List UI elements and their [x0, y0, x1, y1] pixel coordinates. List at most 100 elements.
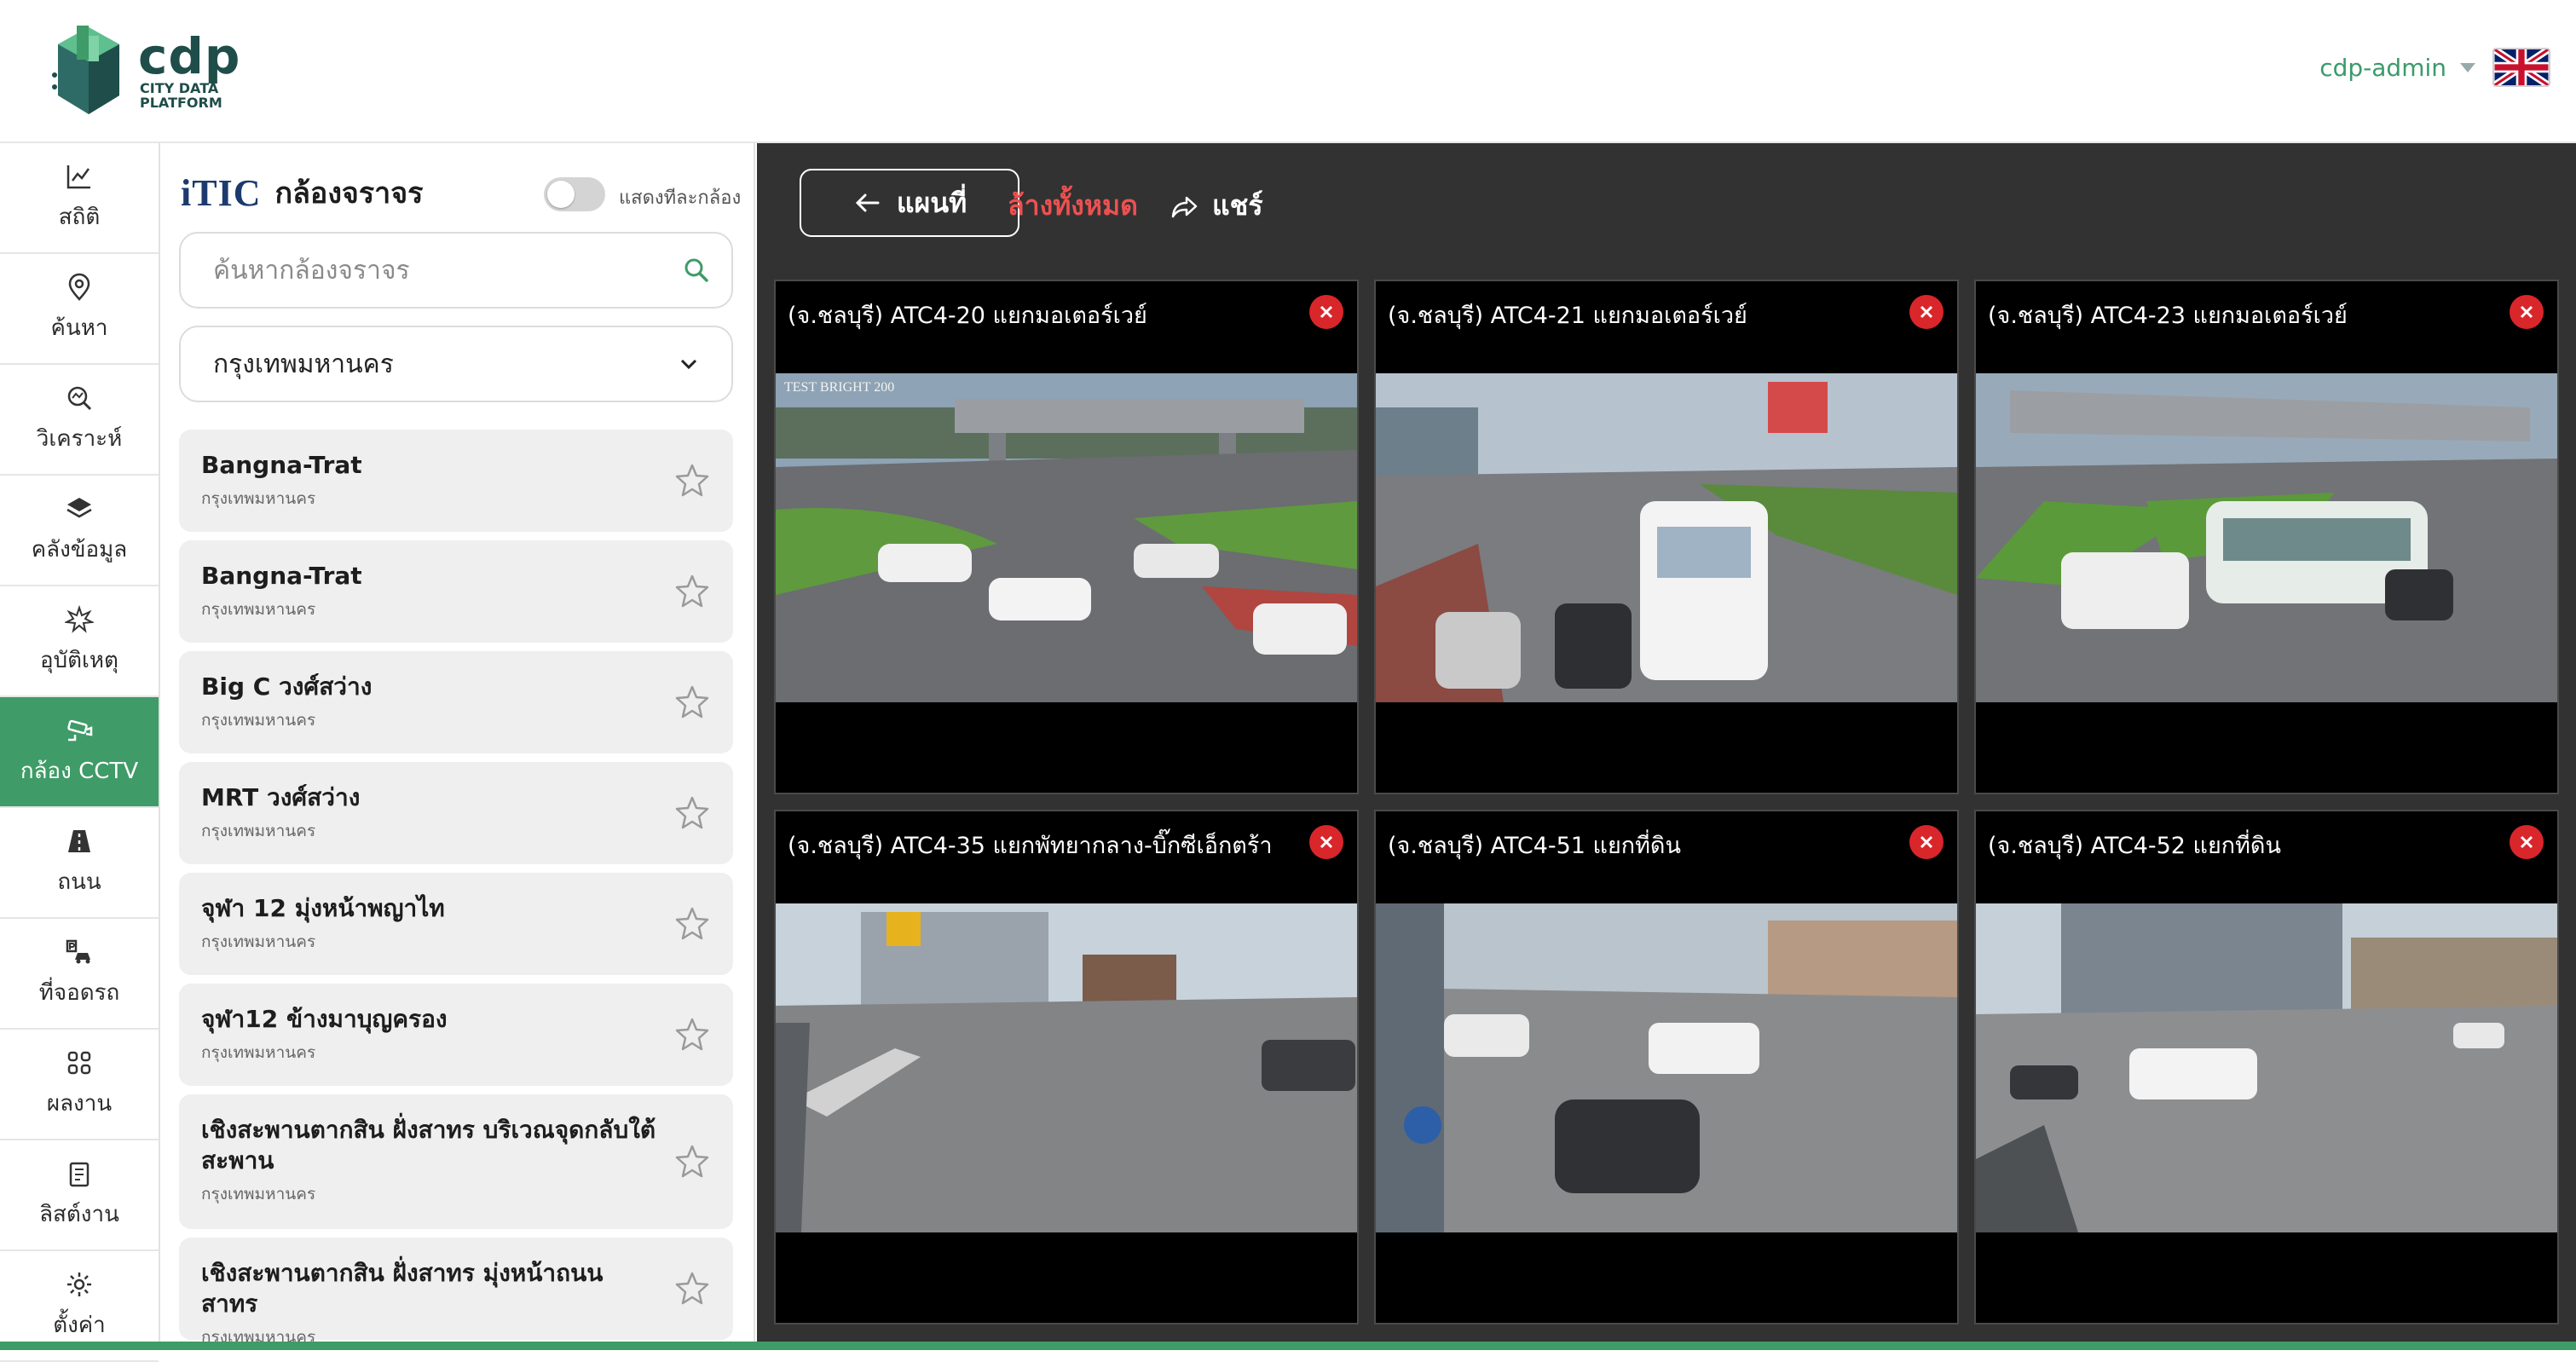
share-button[interactable]: แชร์: [1170, 184, 1263, 228]
chevron-down-icon[interactable]: [2460, 62, 2475, 72]
star-icon[interactable]: [673, 1143, 711, 1180]
close-icon: [1320, 835, 1333, 849]
clear-all-button[interactable]: ล้างทั้งหมด: [1008, 184, 1138, 228]
list-item[interactable]: Bangna-Trat กรุงเทพมหานคร: [179, 540, 733, 643]
list-item[interactable]: จุฬา12 ข้างมาบุญครอง กรุงเทพมหานคร: [179, 984, 733, 1086]
list-item[interactable]: จุฬา 12 มุ่งหน้าพญาไท กรุงเทพมหานคร: [179, 873, 733, 975]
itic-logo: iTIC: [181, 171, 261, 215]
nav-label: ลิสต์งาน: [39, 1201, 119, 1227]
traffic-camera-image: [1976, 903, 2557, 1232]
camera-search-input[interactable]: [213, 255, 682, 286]
logo-text: cdp CITY DATA PLATFORM: [138, 32, 240, 110]
feed-title: (จ.ชลบุรี) ATC4-52 แยกที่ดิน: [1988, 833, 2281, 859]
star-icon[interactable]: [673, 462, 711, 499]
close-icon: [1920, 305, 1933, 319]
camera-feed-tile[interactable]: (จ.ชลบุรี) ATC4-51 แยกที่ดิน: [1374, 810, 1959, 1324]
nav-label: วิเคราะห์: [36, 425, 123, 452]
camera-feed-tile[interactable]: (จ.ชลบุรี) ATC4-52 แยกที่ดิน: [1974, 810, 2559, 1324]
camera-province: กรุงเทพมหานคร: [201, 1185, 316, 1203]
traffic-camera-image: [1376, 903, 1957, 1232]
video-feed[interactable]: [776, 903, 1357, 1232]
camera-name: Bangna-Trat: [201, 451, 362, 479]
user-menu[interactable]: cdp-admin: [2319, 48, 2550, 87]
nav-item-task-list[interactable]: ลิสต์งาน: [0, 1140, 159, 1251]
list-item[interactable]: เชิงสะพานตากสิน ฝั่งสาทร บริเวณจุดกลับใต…: [179, 1094, 733, 1229]
list-item[interactable]: Big C วงศ์สว่าง กรุงเทพมหานคร: [179, 651, 733, 753]
road-icon: [68, 829, 90, 852]
video-feed[interactable]: [1976, 373, 2557, 702]
close-feed-button[interactable]: [2510, 295, 2544, 329]
analyze-icon: [67, 386, 92, 410]
list-item[interactable]: เชิงสะพานตากสิน ฝั่งสาทร มุ่งหน้าถนนสาทร…: [179, 1238, 733, 1342]
traffic-camera-image: [1376, 373, 1957, 702]
nav-item-analyze[interactable]: วิเคราะห์: [0, 365, 159, 476]
arrow-left-icon: [855, 193, 880, 212]
app-header: cdp CITY DATA PLATFORM cdp-admin: [0, 0, 2576, 143]
camera-province: กรุงเทพมหานคร: [201, 711, 316, 730]
close-feed-button[interactable]: [1309, 295, 1343, 329]
location-pin-icon: [68, 273, 90, 301]
nav-label: ที่จอดรถ: [38, 979, 120, 1006]
nav-item-accident[interactable]: อุบัติเหตุ: [0, 586, 159, 697]
feed-title: (จ.ชลบุรี) ATC4-51 แยกที่ดิน: [1388, 833, 1681, 859]
sidebar-nav: สถิติ ค้นหา วิเคราะห์ คลังข้อมูล อุบัติเ…: [0, 143, 160, 1362]
cctv-icon: [67, 719, 93, 741]
star-icon[interactable]: [673, 794, 711, 832]
close-feed-button[interactable]: [1309, 825, 1343, 859]
province-select[interactable]: กรุงเทพมหานคร: [179, 326, 733, 402]
nav-item-cctv[interactable]: กล้อง CCTV: [0, 697, 159, 808]
nav-label: สถิติ: [58, 204, 101, 230]
nav-label: ค้นหา: [50, 315, 108, 341]
close-feed-button[interactable]: [1909, 825, 1944, 859]
camera-list: Bangna-Trat กรุงเทพมหานคร Bangna-Trat กร…: [179, 430, 733, 1342]
list-item[interactable]: Bangna-Trat กรุงเทพมหานคร: [179, 430, 733, 532]
camera-province: กรุงเทพมหานคร: [201, 600, 316, 619]
nav-item-road[interactable]: ถนน: [0, 808, 159, 919]
camera-province: กรุงเทพมหานคร: [201, 932, 316, 951]
close-icon: [1320, 305, 1333, 319]
share-icon: [1171, 196, 1198, 217]
traffic-camera-image: [776, 903, 1357, 1232]
camera-feed-tile[interactable]: (จ.ชลบุรี) ATC4-23 แยกมอเตอร์เวย์: [1974, 280, 2559, 794]
close-feed-button[interactable]: [1909, 295, 1944, 329]
star-icon[interactable]: [673, 1016, 711, 1053]
list-item[interactable]: MRT วงศ์สว่าง กรุงเทพมหานคร: [179, 762, 733, 864]
star-icon[interactable]: [673, 684, 711, 721]
camera-province: กรุงเทพมหานคร: [201, 822, 316, 840]
accident-icon: [65, 604, 94, 633]
feed-title: (จ.ชลบุรี) ATC4-20 แยกมอเตอร์เวย์: [788, 303, 1147, 329]
back-to-map-button[interactable]: แผนที่: [800, 169, 1019, 237]
share-button-label: แชร์: [1212, 189, 1263, 222]
nav-item-data-store[interactable]: คลังข้อมูล: [0, 476, 159, 586]
nav-item-works[interactable]: ผลงาน: [0, 1030, 159, 1140]
video-feed[interactable]: [1376, 903, 1957, 1232]
video-feed[interactable]: [1976, 903, 2557, 1232]
cdp-logo[interactable]: cdp CITY DATA PLATFORM: [51, 24, 240, 118]
nav-item-parking[interactable]: ที่จอดรถ: [0, 919, 159, 1030]
video-feed[interactable]: TEST BRIGHT 200: [776, 373, 1357, 702]
feed-watermark: TEST BRIGHT 200: [784, 380, 895, 395]
toggle-knob[interactable]: [547, 181, 575, 208]
viewer-toolbar: แผนที่ ล้างทั้งหมด แชร์: [757, 143, 2576, 263]
clipboard-icon: [69, 1162, 90, 1186]
nav-item-search[interactable]: ค้นหา: [0, 254, 159, 365]
back-button-label: แผนที่: [896, 186, 967, 219]
logo-cdp-text: cdp: [138, 27, 241, 85]
camera-search-box[interactable]: [179, 232, 733, 309]
camera-name: เชิงสะพานตากสิน ฝั่งสาทร มุ่งหน้าถนนสาทร: [201, 1259, 604, 1318]
user-name[interactable]: cdp-admin: [2319, 54, 2446, 82]
nav-item-statistics[interactable]: สถิติ: [0, 143, 159, 254]
camera-feed-tile[interactable]: (จ.ชลบุรี) ATC4-35 แยกพัทยากลาง-บิ๊กซีเอ…: [774, 810, 1359, 1324]
star-icon[interactable]: [673, 1270, 711, 1307]
star-icon[interactable]: [673, 573, 711, 610]
show-single-camera-toggle[interactable]: [544, 177, 605, 211]
camera-feed-tile[interactable]: (จ.ชลบุรี) ATC4-21 แยกมอเตอร์เวย์: [1374, 280, 1959, 794]
camera-feed-tile[interactable]: (จ.ชลบุรี) ATC4-20 แยกมอเตอร์เวย์ TEST B…: [774, 280, 1359, 794]
video-feed[interactable]: [1376, 373, 1957, 702]
uk-flag-icon[interactable]: [2492, 48, 2550, 87]
chevron-down-icon[interactable]: [677, 352, 701, 376]
search-icon[interactable]: [682, 256, 711, 285]
close-feed-button[interactable]: [2510, 825, 2544, 859]
star-icon[interactable]: [673, 905, 711, 943]
province-select-value[interactable]: กรุงเทพมหานคร: [213, 344, 394, 384]
